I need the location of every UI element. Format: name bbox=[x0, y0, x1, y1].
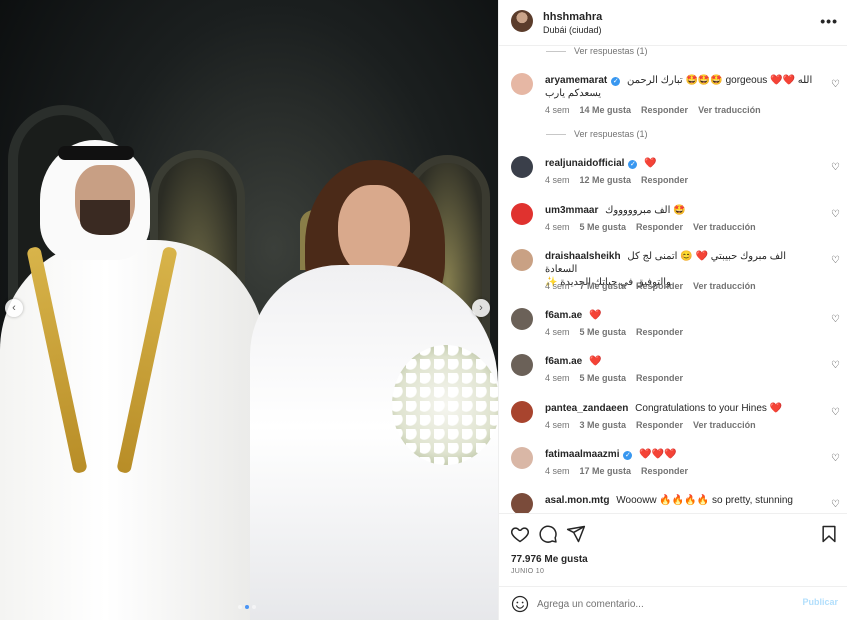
comment-text: ❤️ bbox=[644, 158, 657, 169]
emoji-smiley-icon[interactable] bbox=[511, 595, 529, 613]
like-comment-heart-icon[interactable]: ♡ bbox=[831, 407, 840, 418]
view-replies-link[interactable]: Ver respuestas (1) bbox=[546, 46, 648, 56]
comment-likes[interactable]: 14 Me gusta bbox=[580, 105, 632, 115]
comment-time: 4 sem bbox=[545, 466, 570, 476]
comment-likes[interactable]: 3 Me gusta bbox=[580, 420, 627, 430]
comment-text: ❤️ bbox=[589, 356, 602, 367]
carousel-dot-active bbox=[245, 605, 249, 609]
save-bookmark-icon[interactable] bbox=[819, 524, 839, 544]
commenter-avatar[interactable] bbox=[511, 73, 533, 95]
comment-likes[interactable]: 5 Me gusta bbox=[580, 327, 627, 337]
verified-badge-icon: ✓ bbox=[628, 160, 638, 169]
bride-face bbox=[338, 185, 410, 277]
comment-likes[interactable]: 7 Me gusta bbox=[580, 281, 627, 291]
post-date: JUNIO 10 bbox=[511, 568, 545, 575]
view-replies-link[interactable]: Ver respuestas (1) bbox=[546, 129, 648, 139]
comment-text-line2: يسعدكم يارب bbox=[545, 88, 602, 99]
groom-agal bbox=[58, 146, 134, 160]
commenter-avatar[interactable] bbox=[511, 493, 533, 513]
translate-button[interactable]: Ver traducción bbox=[693, 281, 756, 291]
comment-likes[interactable]: 17 Me gusta bbox=[580, 466, 632, 476]
comment-input[interactable] bbox=[537, 595, 792, 613]
reply-button[interactable]: Responder bbox=[636, 281, 683, 291]
bouquet bbox=[392, 345, 498, 465]
view-replies-label: Ver respuestas (1) bbox=[574, 129, 648, 139]
comment-time: 4 sem bbox=[545, 222, 570, 232]
commenter-avatar[interactable] bbox=[511, 401, 533, 423]
comment-likes[interactable]: 5 Me gusta bbox=[580, 373, 627, 383]
like-heart-icon[interactable] bbox=[510, 524, 530, 544]
like-comment-heart-icon[interactable]: ♡ bbox=[831, 453, 840, 464]
post-panel: hhshmahra Dubái (ciudad) ••• Ver respues… bbox=[498, 0, 847, 620]
carousel-next-button[interactable]: › bbox=[472, 299, 490, 317]
reply-button[interactable]: Responder bbox=[641, 175, 688, 185]
commenter-avatar[interactable] bbox=[511, 156, 533, 178]
comment-likes[interactable]: 5 Me gusta bbox=[580, 222, 627, 232]
post-header: hhshmahra Dubái (ciudad) ••• bbox=[499, 0, 847, 46]
comment-likes[interactable]: 12 Me gusta bbox=[580, 175, 632, 185]
post-likes-count[interactable]: 77.976 Me gusta bbox=[511, 554, 588, 565]
carousel-dots bbox=[238, 605, 256, 609]
comment-time: 4 sem bbox=[545, 105, 570, 115]
like-comment-heart-icon[interactable]: ♡ bbox=[831, 360, 840, 371]
like-comment-heart-icon[interactable]: ♡ bbox=[831, 79, 840, 90]
commenter-username[interactable]: um3mmaar bbox=[545, 205, 598, 216]
commenter-avatar[interactable] bbox=[511, 308, 533, 330]
like-comment-heart-icon[interactable]: ♡ bbox=[831, 209, 840, 220]
translate-button[interactable]: Ver traducción bbox=[693, 222, 756, 232]
commenter-username[interactable]: realjunaidofficial bbox=[545, 158, 624, 169]
carousel-dot bbox=[252, 605, 256, 609]
verified-badge-icon: ✓ bbox=[611, 77, 621, 86]
comment-time: 4 sem bbox=[545, 281, 570, 291]
comment-text: ❤️❤️❤️ bbox=[639, 449, 677, 460]
carousel-dot bbox=[238, 605, 242, 609]
reply-button[interactable]: Responder bbox=[636, 420, 683, 430]
translate-button[interactable]: Ver traducción bbox=[698, 105, 761, 115]
groom-beard bbox=[80, 200, 130, 235]
commenter-username[interactable]: f6am.ae bbox=[545, 310, 582, 321]
commenter-username[interactable]: asal.mon.mtg bbox=[545, 495, 609, 506]
comment-text: Congratulations to your Hines ❤️ bbox=[635, 403, 783, 414]
comment-text: الف مبروووووك 🤩 bbox=[605, 205, 686, 216]
comment-text: تبارك الرحمن 🤩🤩🤩 gorgeous ❤️❤️ الله bbox=[627, 75, 813, 86]
commenter-username[interactable]: draishaalsheikh bbox=[545, 251, 621, 262]
commenter-username[interactable]: aryamemarat bbox=[545, 75, 607, 86]
author-avatar[interactable] bbox=[511, 10, 533, 32]
reply-button[interactable]: Responder bbox=[636, 327, 683, 337]
reply-button[interactable]: Responder bbox=[641, 466, 688, 476]
commenter-avatar[interactable] bbox=[511, 447, 533, 469]
commenter-username[interactable]: pantea_zandaeen bbox=[545, 403, 628, 414]
commenter-avatar[interactable] bbox=[511, 354, 533, 376]
publish-button[interactable]: Publicar bbox=[802, 597, 838, 607]
comment-time: 4 sem bbox=[545, 373, 570, 383]
commenter-avatar[interactable] bbox=[511, 203, 533, 225]
comment-time: 4 sem bbox=[545, 175, 570, 185]
reply-button[interactable]: Responder bbox=[641, 105, 688, 115]
comments-list[interactable]: Ver respuestas (1) aryamemarat ✓ تبارك ال… bbox=[499, 46, 847, 513]
commenter-username[interactable]: fatimaalmaazmi bbox=[545, 449, 619, 460]
like-comment-heart-icon[interactable]: ♡ bbox=[831, 162, 840, 173]
commenter-avatar[interactable] bbox=[511, 249, 533, 271]
post-media[interactable]: ‹ › bbox=[0, 0, 498, 620]
reply-button[interactable]: Responder bbox=[636, 222, 683, 232]
carousel-prev-button[interactable]: ‹ bbox=[5, 299, 23, 317]
translate-button[interactable]: Ver traducción bbox=[693, 420, 756, 430]
like-comment-heart-icon[interactable]: ♡ bbox=[831, 499, 840, 510]
add-comment-bar: Publicar bbox=[499, 586, 847, 620]
share-send-icon[interactable] bbox=[566, 524, 586, 544]
reply-button[interactable]: Responder bbox=[636, 373, 683, 383]
commenter-username[interactable]: f6am.ae bbox=[545, 356, 582, 367]
post-location[interactable]: Dubái (ciudad) bbox=[543, 25, 602, 35]
verified-badge-icon: ✓ bbox=[623, 451, 633, 460]
view-replies-label: Ver respuestas (1) bbox=[574, 46, 648, 56]
author-username[interactable]: hhshmahra bbox=[543, 11, 602, 23]
comment-text: ❤️ bbox=[589, 310, 602, 321]
comment-time: 4 sem bbox=[545, 327, 570, 337]
like-comment-heart-icon[interactable]: ♡ bbox=[831, 255, 840, 266]
more-options-icon[interactable]: ••• bbox=[820, 13, 838, 29]
comment-text: Woooww 🔥🔥🔥🔥 so pretty, stunning bbox=[616, 495, 793, 506]
comment-bubble-icon[interactable] bbox=[538, 524, 558, 544]
like-comment-heart-icon[interactable]: ♡ bbox=[831, 314, 840, 325]
comment-time: 4 sem bbox=[545, 420, 570, 430]
